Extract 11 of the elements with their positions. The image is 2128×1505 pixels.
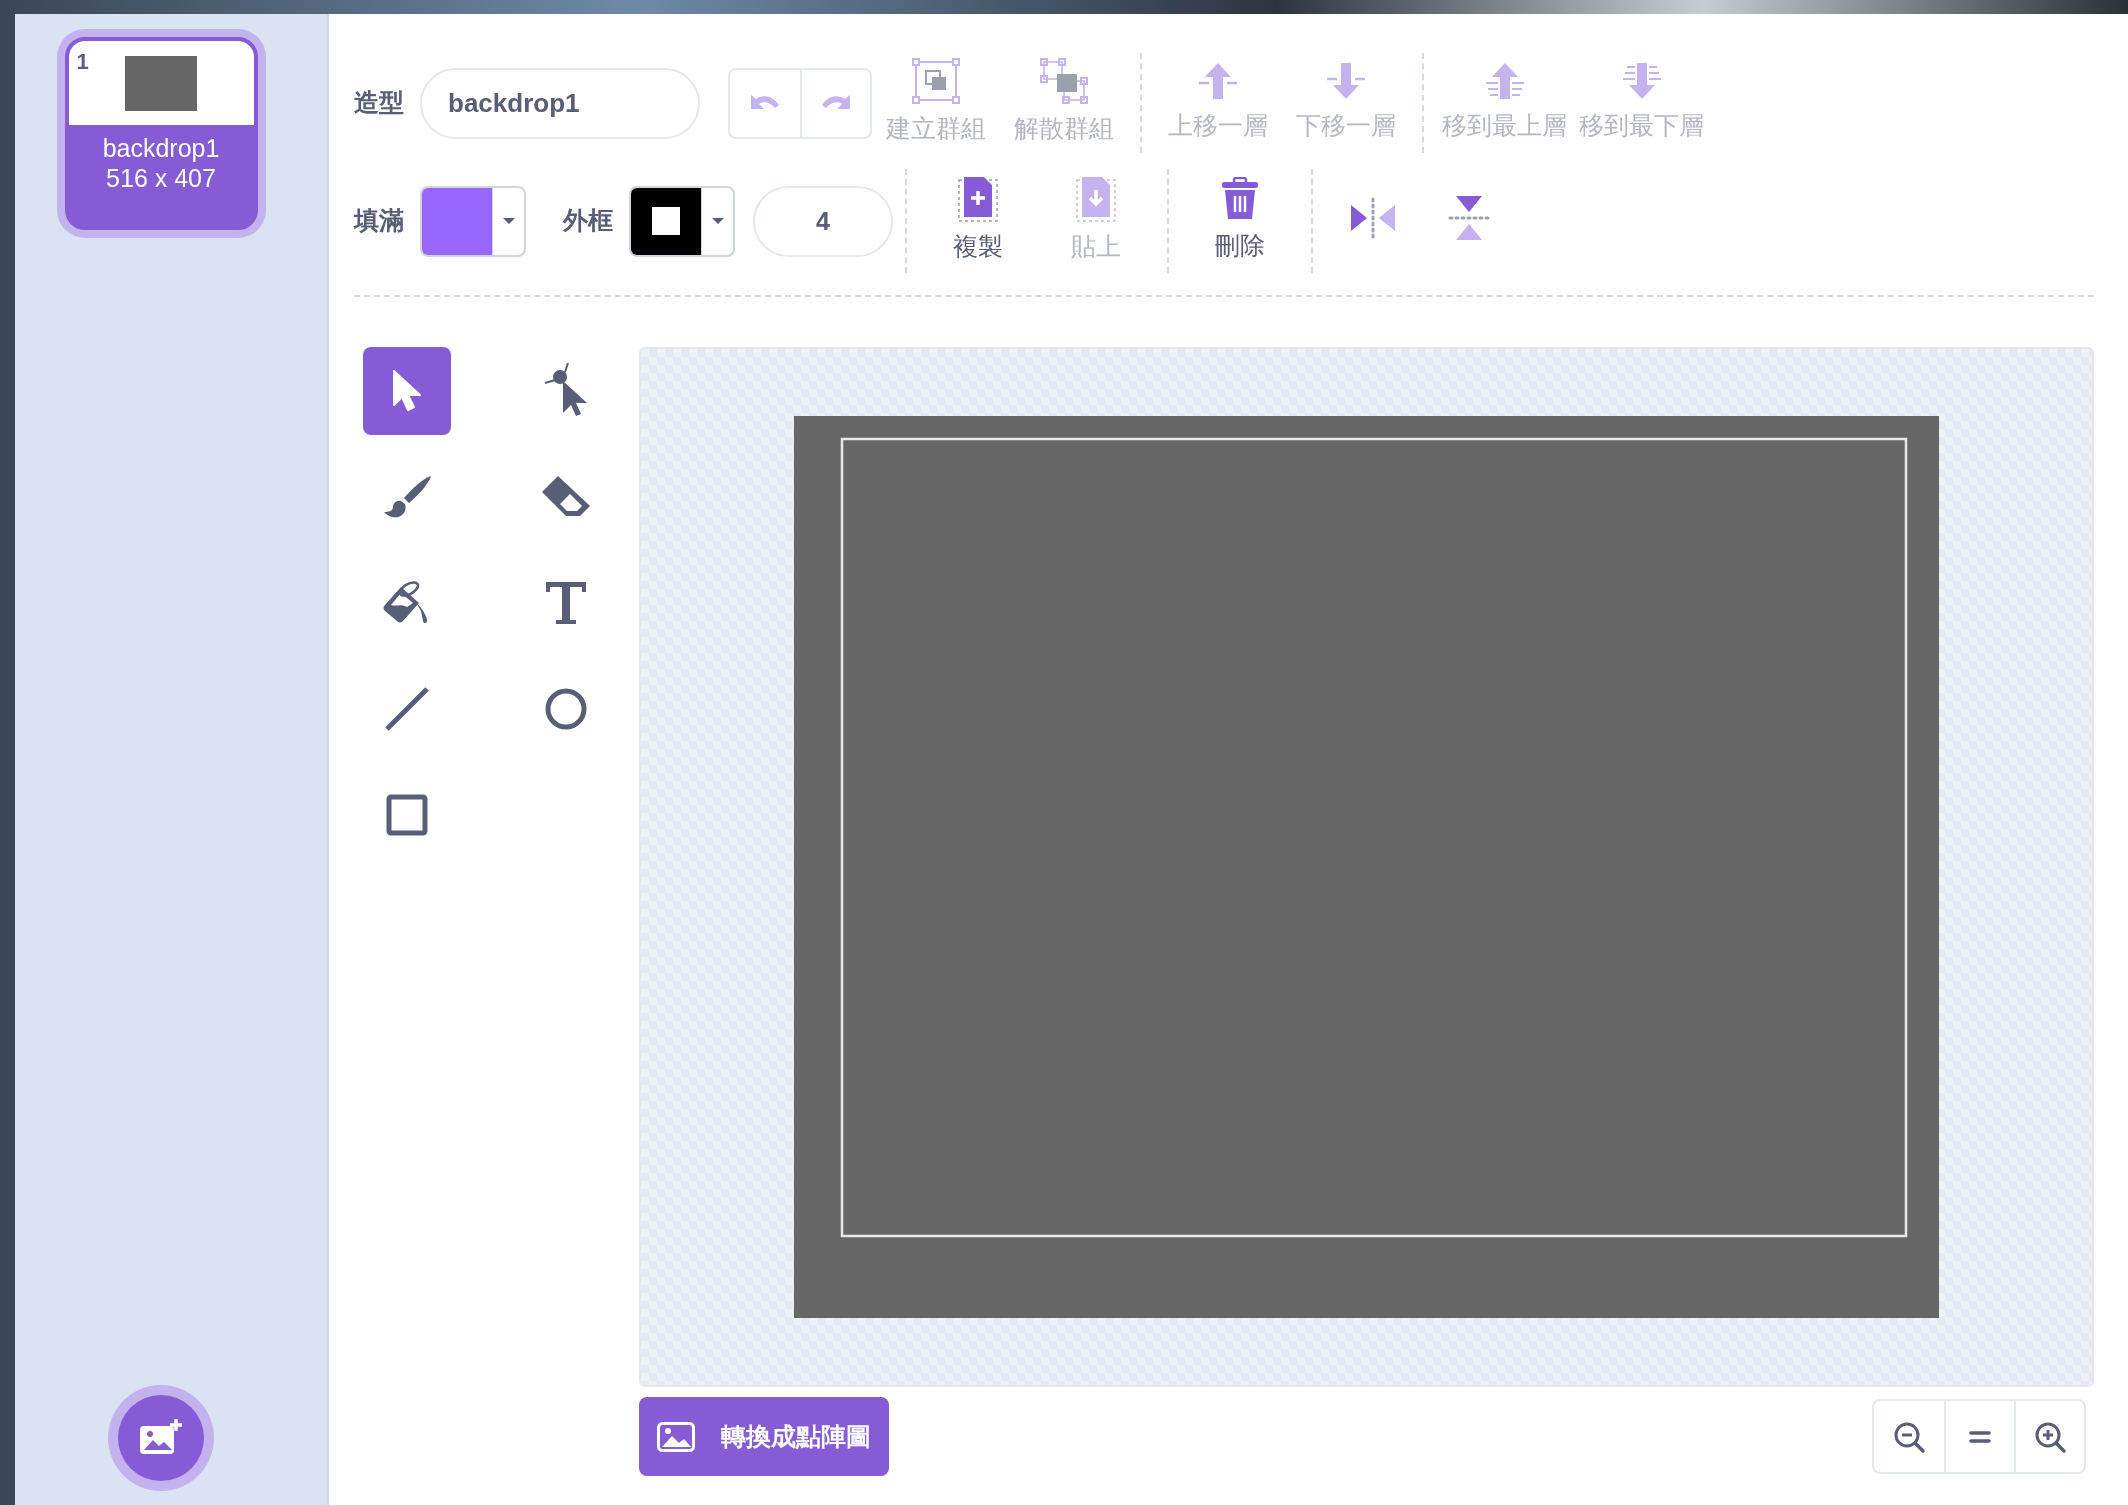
- outline-label: 外框: [563, 205, 613, 237]
- copy-button[interactable]: 複製: [919, 176, 1037, 266]
- costume-name: backdrop1: [101, 133, 221, 163]
- delete-button[interactable]: 刪除: [1181, 177, 1299, 265]
- costume-size: 516 x 407: [105, 163, 217, 193]
- convert-to-bitmap-button[interactable]: 轉換成點陣圖: [639, 1397, 889, 1476]
- outline-width-field[interactable]: 4: [753, 185, 893, 257]
- costume-name-field[interactable]: backdrop1: [420, 67, 700, 139]
- costume-label: 造型: [354, 87, 404, 119]
- fill-label: 填滿: [354, 205, 404, 237]
- costume-number: 1: [76, 48, 89, 76]
